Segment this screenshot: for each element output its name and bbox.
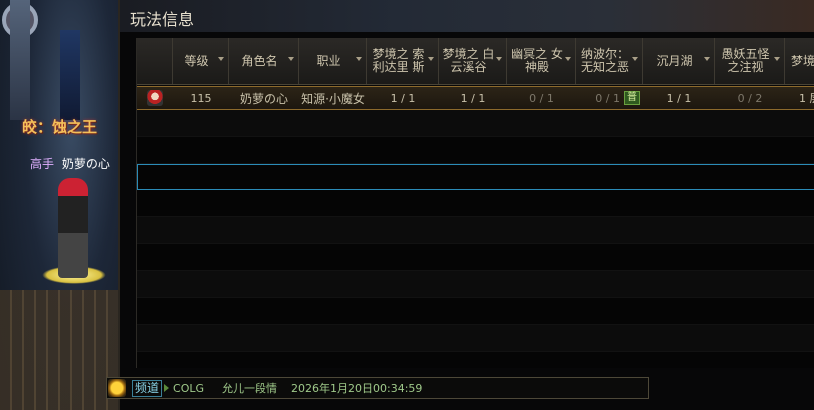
chat-channel-button[interactable]: 频道: [132, 379, 163, 397]
play-info-panel: 玩法信息 等级 角色名 职业 梦境之 索利达里 斯 梦境之 白云溪谷 幽冥之 女…: [118, 0, 814, 410]
row-c7: 1 层: [799, 92, 814, 105]
sort-arrow-icon: [356, 57, 362, 61]
col-header-c1[interactable]: 梦境之 索利达里 斯: [367, 38, 439, 84]
sort-arrow-icon: [704, 57, 710, 61]
player-title-tag: 皎：蚀之王: [22, 118, 98, 136]
sort-arrow-icon: [428, 57, 434, 61]
col-header-label: 纳波尔： 无知之恶: [580, 47, 629, 74]
table-body: 115 奶萝の心 知源·小魔女 1 / 1 1 / 1 0 / 1 0 / 1 普…: [137, 86, 814, 368]
character-avatar-icon: [147, 90, 163, 106]
table-row-empty: [137, 110, 814, 137]
row-job: 知源·小魔女: [301, 91, 365, 106]
info-table: 等级 角色名 职业 梦境之 索利达里 斯 梦境之 白云溪谷 幽冥之 女神殿 纳波…: [136, 38, 814, 368]
row-c5: 1 / 1: [666, 91, 692, 105]
row-c4: 0 / 1: [595, 91, 620, 105]
row-c6: 0 / 2: [737, 91, 763, 105]
col-header-label: 沉月湖: [656, 53, 693, 68]
table-row-empty: [137, 298, 814, 325]
col-header-label: 角色名: [241, 53, 278, 68]
col-header-role[interactable]: 角色名: [229, 38, 299, 84]
col-header-avatar: [137, 38, 173, 84]
col-header-label: 职业: [316, 53, 341, 68]
row-role-name: 奶萝の心: [239, 91, 288, 106]
player-name: 奶萝の心: [61, 157, 110, 171]
table-row-empty: [137, 271, 814, 298]
row-c2: 1 / 1: [460, 91, 486, 105]
row-c3: 0 / 1: [529, 91, 554, 105]
col-header-job[interactable]: 职业: [299, 38, 367, 84]
normal-difficulty-badge: 普: [624, 91, 640, 105]
col-header-label: 等级: [184, 53, 209, 68]
table-row-empty: [137, 190, 814, 217]
chat-message: 允儿一段情: [222, 382, 278, 395]
table-row-empty: [137, 137, 814, 164]
table-row-selected-empty[interactable]: [137, 164, 814, 190]
player-nameplate: 高手 奶萝の心: [30, 155, 110, 172]
col-header-c7[interactable]: 梦境之: [785, 38, 814, 84]
chat-timestamp: 2026年1月20日00:34:59: [291, 382, 423, 395]
row-c4-cell: 0 / 1 普: [576, 87, 643, 109]
col-header-label: 梦境之 索利达里 斯: [372, 47, 425, 74]
col-header-label: 愚妖五怪 之注视: [721, 47, 770, 74]
chat-bar[interactable]: 频道 COLG 允儿一段情 2026年1月20日00:34:59: [106, 377, 649, 399]
floor-fence: [0, 290, 118, 410]
table-row-empty: [137, 325, 814, 352]
game-scene: 皎：蚀之王 高手 奶萝の心: [0, 0, 118, 410]
panel-title: 玩法信息: [130, 10, 195, 29]
col-header-c2[interactable]: 梦境之 白云溪谷: [439, 38, 507, 84]
table-header: 等级 角色名 职业 梦境之 索利达里 斯 梦境之 白云溪谷 幽冥之 女神殿 纳波…: [137, 38, 814, 85]
player-character[interactable]: [58, 178, 88, 278]
col-header-level[interactable]: 等级: [173, 38, 229, 84]
col-header-label: 梦境之 白云溪谷: [442, 47, 495, 74]
col-header-c3[interactable]: 幽冥之 女神殿: [507, 38, 576, 84]
row-c1: 1 / 1: [390, 91, 416, 105]
channel-arrow-icon: [164, 384, 170, 392]
panel-header: 玩法信息: [120, 0, 814, 32]
col-header-c4[interactable]: 纳波尔： 无知之恶: [576, 38, 643, 84]
pillar-left: [10, 0, 30, 120]
sort-arrow-icon: [218, 57, 224, 61]
chat-emoticon-icon[interactable]: [108, 379, 126, 397]
sort-arrow-icon: [496, 57, 502, 61]
row-level: 115: [190, 91, 212, 105]
sort-arrow-icon: [565, 57, 571, 61]
table-row-empty: [137, 352, 814, 368]
sort-arrow-icon: [632, 57, 638, 61]
sort-arrow-icon: [288, 57, 294, 61]
table-row-empty: [137, 244, 814, 271]
sort-arrow-icon: [774, 57, 780, 61]
table-row[interactable]: 115 奶萝の心 知源·小魔女 1 / 1 1 / 1 0 / 1 0 / 1 普…: [137, 86, 814, 110]
row-avatar-cell: [137, 87, 173, 109]
col-header-label: 幽冥之 女神殿: [511, 47, 563, 74]
player-rank: 高手: [30, 157, 55, 171]
pillar-right: [60, 30, 80, 120]
chat-user[interactable]: COLG: [173, 382, 204, 395]
col-header-c5[interactable]: 沉月湖: [643, 38, 715, 84]
table-row-empty: [137, 217, 814, 244]
col-header-c6[interactable]: 愚妖五怪 之注视: [715, 38, 785, 84]
col-header-label: 梦境之: [791, 53, 814, 68]
